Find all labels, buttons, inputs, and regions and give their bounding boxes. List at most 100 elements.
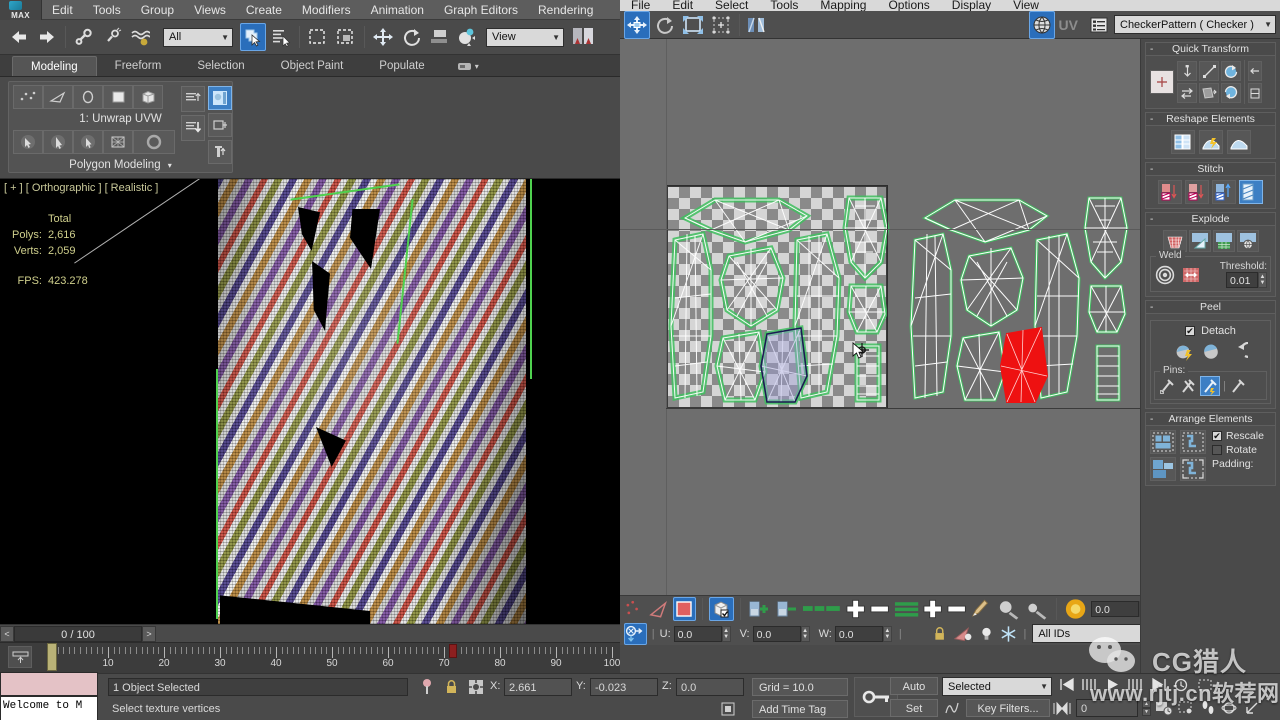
weld-selected-button[interactable] xyxy=(1154,264,1176,286)
break-by-material-id-button[interactable] xyxy=(1213,230,1235,252)
window-crossing-button[interactable] xyxy=(333,23,359,51)
break-by-angle-button[interactable] xyxy=(1189,230,1211,252)
relax-button[interactable] xyxy=(1199,130,1223,154)
w-spinner[interactable]: 0.0 ▲▼ xyxy=(835,626,892,642)
select-and-link-button[interactable] xyxy=(71,23,97,51)
target-weld-button[interactable] xyxy=(1180,264,1202,286)
coord-y-field[interactable]: -0.023 xyxy=(590,678,658,696)
rescale-checkbox[interactable]: ✔ xyxy=(1212,431,1222,441)
menu-item-tools[interactable]: Tools xyxy=(83,0,131,20)
tab-modeling[interactable]: Modeling xyxy=(12,56,97,76)
uv-move-button[interactable] xyxy=(624,11,650,39)
next-frame-icon[interactable] xyxy=(1127,677,1145,692)
selection-filter-combo[interactable]: All ▼ xyxy=(163,28,233,47)
rollout-header-arrange-elements[interactable]: - Arrange Elements xyxy=(1145,412,1276,426)
menu-item-edit[interactable]: Edit xyxy=(42,0,83,20)
uv-menu-display[interactable]: Display xyxy=(941,0,1002,11)
uv-mirror-button[interactable] xyxy=(745,11,771,39)
reference-coordinate-combo[interactable]: View ▼ xyxy=(486,28,564,47)
pack-custom-button[interactable] xyxy=(1180,430,1206,454)
uv-canvas[interactable] xyxy=(620,39,1140,595)
uv-menu-edit[interactable]: Edit xyxy=(661,0,704,11)
pin-selected-button[interactable] xyxy=(1200,376,1220,396)
key-filter-set-combo[interactable]: Selected ▼ xyxy=(942,677,1052,696)
subobject-vertex-button[interactable] xyxy=(13,85,43,109)
maxscript-mini-listener-pink[interactable] xyxy=(0,672,98,696)
key-filters-button[interactable]: Key Filters... xyxy=(966,699,1050,717)
ribbon-display-toggle[interactable]: ▾ xyxy=(457,56,479,76)
time-slider-handle[interactable] xyxy=(47,643,57,671)
pack-normalize-button[interactable] xyxy=(1150,430,1176,454)
mirror-button[interactable] xyxy=(570,23,596,51)
unpin-button[interactable] xyxy=(1179,376,1197,396)
uv-menu-tools[interactable]: Tools xyxy=(759,0,809,11)
zoom-extents-all-icon[interactable] xyxy=(1196,677,1214,692)
menu-item-graph-editors[interactable]: Graph Editors xyxy=(434,0,528,20)
uv-menu-file[interactable]: File xyxy=(620,0,661,11)
pin-stack-button[interactable] xyxy=(208,113,232,137)
show-hidden-edges-icon[interactable] xyxy=(977,624,996,644)
select-and-scale-button[interactable] xyxy=(426,23,452,51)
stitch-custom-button[interactable] xyxy=(1185,180,1209,204)
u-spinner[interactable]: 0.0 ▲▼ xyxy=(674,626,731,642)
w-spinner-arrows[interactable]: ▲▼ xyxy=(883,626,892,642)
subobject-element-button[interactable] xyxy=(133,85,163,109)
uv-menu-options[interactable]: Options xyxy=(877,0,940,11)
uv-shell-layer[interactable] xyxy=(667,186,1187,408)
align-horizontal-button[interactable] xyxy=(1177,83,1197,103)
pack-tight-button[interactable] xyxy=(1150,457,1176,481)
uv-menu-select[interactable]: Select xyxy=(704,0,759,11)
rollout-header-reshape-elements[interactable]: - Reshape Elements xyxy=(1145,112,1276,126)
unlink-selection-button[interactable] xyxy=(99,23,125,51)
repeat-last-button[interactable] xyxy=(43,130,73,154)
timeline-key-marker[interactable] xyxy=(449,644,457,658)
pelt-button[interactable] xyxy=(1227,130,1251,154)
absolute-relative-transform-button[interactable] xyxy=(466,677,486,697)
play-animation-icon[interactable] xyxy=(1104,677,1122,692)
menu-item-modifiers[interactable]: Modifiers xyxy=(292,0,361,20)
uv-menu-mapping[interactable]: Mapping xyxy=(809,0,877,11)
coord-z-field[interactable]: 0.0 xyxy=(676,678,744,696)
reference-coordinate-button[interactable] xyxy=(454,23,480,51)
show-end-result-button[interactable] xyxy=(208,86,232,110)
uv-rotate-button[interactable] xyxy=(652,11,678,39)
select-by-name-button[interactable] xyxy=(268,23,294,51)
freeform-pivot-button[interactable] xyxy=(1150,70,1174,94)
break-by-smoothing-group-button[interactable] xyxy=(1237,230,1259,252)
map-selector-combo[interactable]: CheckerPattern ( Checker ) ▼ xyxy=(1114,15,1276,34)
uv-bar-icon[interactable] xyxy=(803,602,842,616)
space-uv-button[interactable] xyxy=(1199,83,1219,103)
maximize-viewport-icon[interactable] xyxy=(1243,700,1261,716)
time-configuration-icon[interactable] xyxy=(1173,677,1191,692)
tab-freeform[interactable]: Freeform xyxy=(97,56,180,76)
auto-key-button[interactable]: Auto Key xyxy=(890,677,938,695)
peel-mode-button[interactable] xyxy=(1200,341,1222,363)
lock-uv-icon[interactable] xyxy=(931,624,950,644)
weld-threshold-value[interactable]: 0.01 xyxy=(1226,272,1258,288)
grow-uv-loop-icon[interactable] xyxy=(922,598,943,620)
paint-deform-icon[interactable] xyxy=(1025,598,1050,620)
redo-button[interactable] xyxy=(34,23,60,51)
key-mode-icon[interactable] xyxy=(1052,701,1072,716)
snap-edge-button[interactable] xyxy=(775,597,800,621)
tab-object-paint[interactable]: Object Paint xyxy=(263,56,362,76)
contract-uv-loop-icon[interactable] xyxy=(946,598,967,620)
rollout-header-explode[interactable]: - Explode xyxy=(1145,212,1276,226)
v-spinner[interactable]: 0.0 ▲▼ xyxy=(753,626,810,642)
viewport-label[interactable]: [ + ] [ Orthographic ] [ Realistic ] xyxy=(4,182,158,194)
ribbon-panel-footer[interactable]: Polygon Modeling ▾ xyxy=(9,159,232,171)
paint-select-icon[interactable] xyxy=(970,598,993,620)
straighten-selection-button[interactable] xyxy=(1171,130,1195,154)
bind-to-space-warp-button[interactable] xyxy=(127,23,153,51)
adaptive-degradation-button[interactable] xyxy=(718,700,738,718)
rotate-90-ccw-button[interactable] xyxy=(1221,61,1241,81)
show-map-button[interactable] xyxy=(1029,11,1055,39)
menu-item-rendering[interactable]: Rendering xyxy=(528,0,603,20)
falloff-value[interactable]: 0.0 xyxy=(1091,601,1139,617)
loop-uv-icon[interactable] xyxy=(894,598,919,620)
collapse-down-button[interactable] xyxy=(181,115,205,141)
stitch-source-button[interactable] xyxy=(1158,180,1182,204)
walkthrough-icon[interactable] xyxy=(1199,700,1217,716)
unpin-all-button[interactable] xyxy=(1229,376,1247,396)
make-planar-button[interactable] xyxy=(73,130,103,154)
